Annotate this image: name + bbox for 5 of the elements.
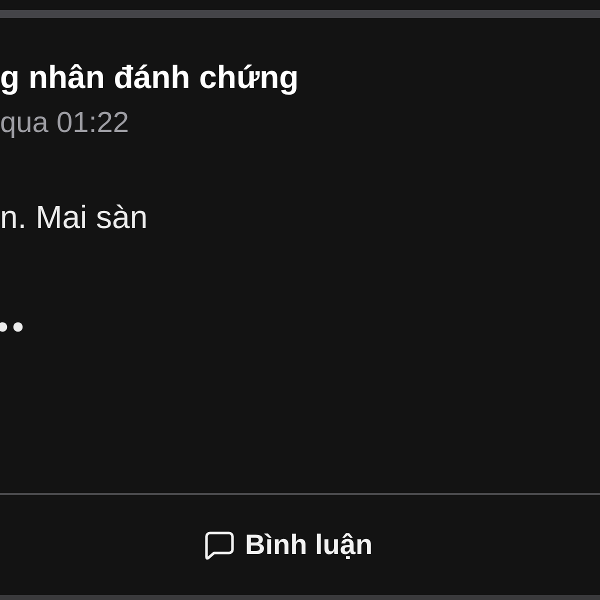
post-body: n. Mai sàn	[0, 198, 148, 236]
comment-button[interactable]: Bình luận	[201, 524, 377, 566]
post-time: qua 01:22	[0, 106, 130, 140]
speech-bubble-icon	[205, 530, 234, 560]
post-title: g nhân đánh chứng	[0, 58, 299, 96]
